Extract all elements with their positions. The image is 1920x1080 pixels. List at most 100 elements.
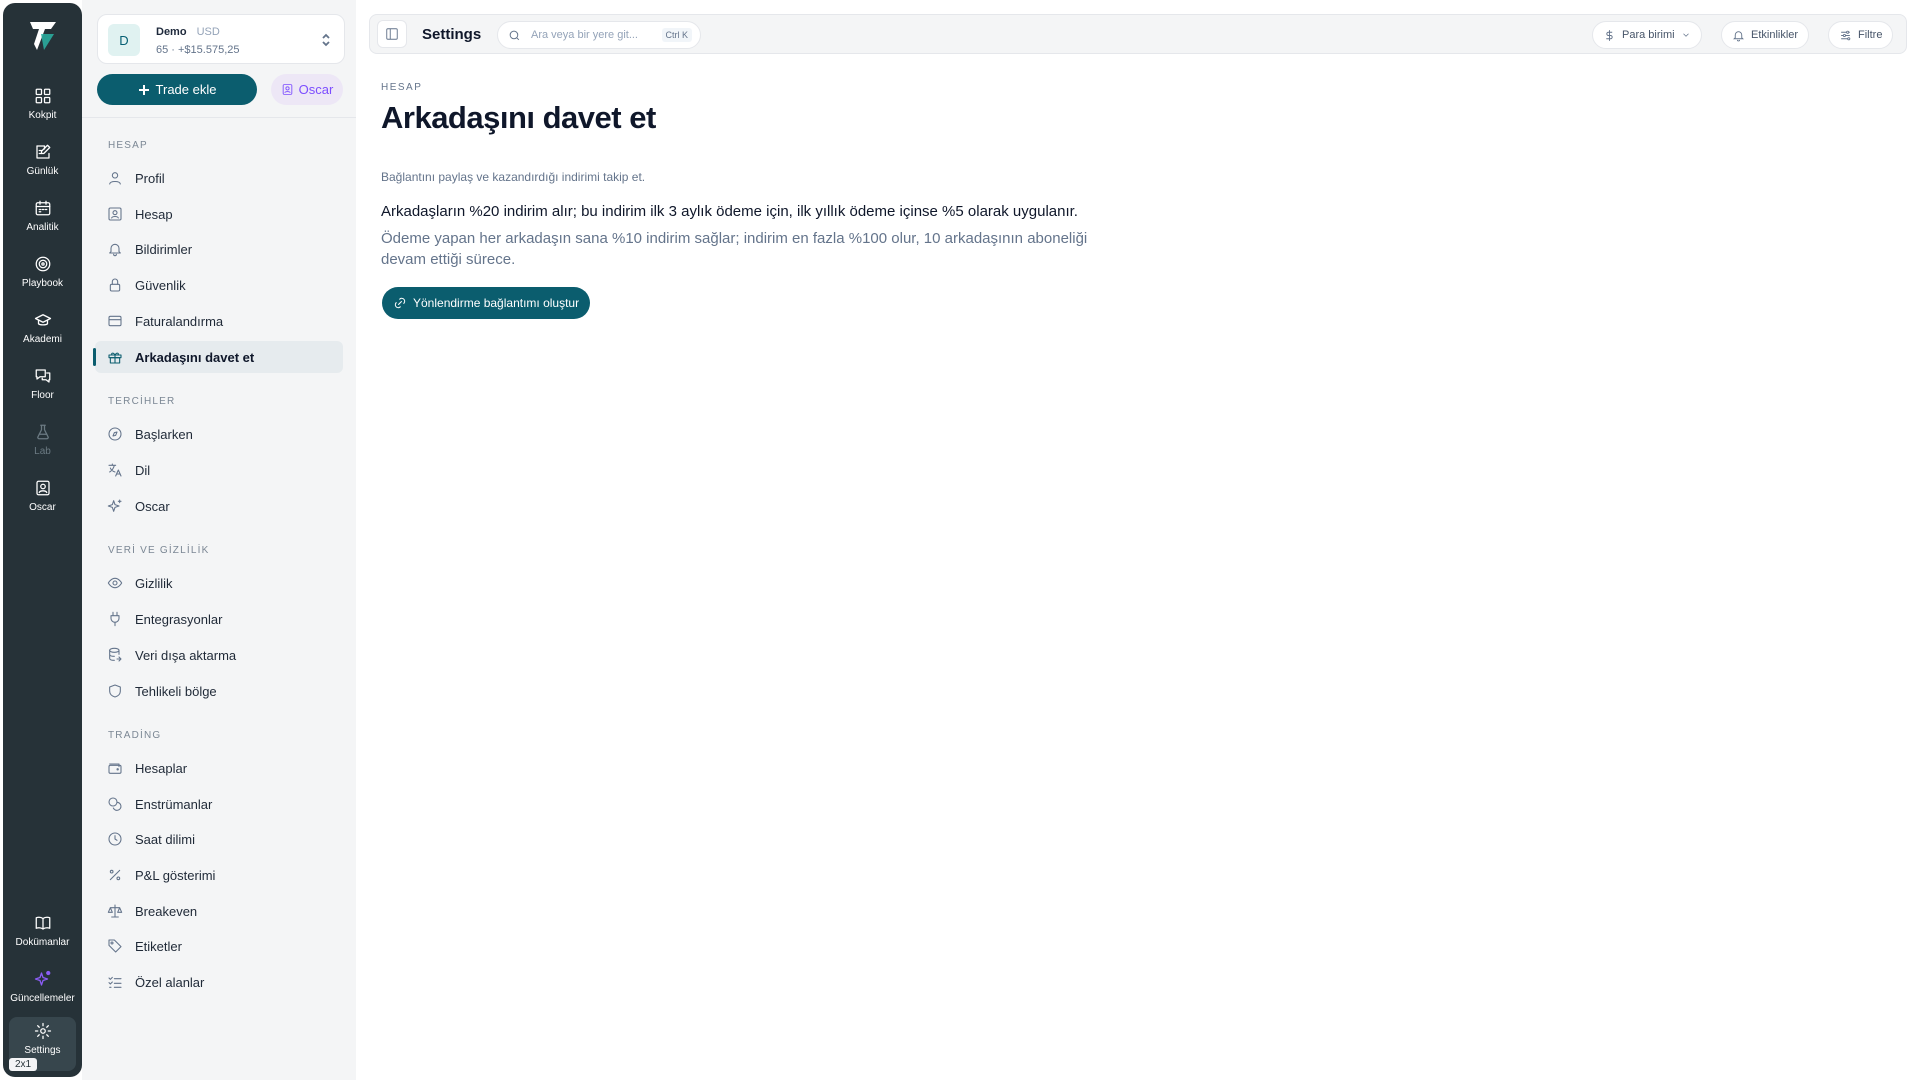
search-shortcut: Ctrl K bbox=[661, 28, 692, 42]
rail-item-kokpit[interactable]: Kokpit bbox=[3, 82, 82, 134]
add-trade-label: Trade ekle bbox=[155, 82, 217, 97]
target-icon bbox=[35, 256, 50, 272]
sidebar-item-enstrumanlar[interactable]: Enstrümanlar bbox=[95, 788, 343, 820]
sidebar-item-saat-dilimi[interactable]: Saat dilimi bbox=[95, 823, 343, 855]
rail-item-label: Analitik bbox=[26, 222, 59, 233]
account-header: Demo USD bbox=[156, 26, 220, 38]
settings-sidebar: D Demo USD 65 · +$15.575,25 Trade ekle O… bbox=[82, 0, 356, 1080]
sidebar-item-label: Hesaplar bbox=[135, 760, 188, 776]
sidebar-item-dil[interactable]: Dil bbox=[95, 454, 343, 486]
wallet-icon bbox=[108, 763, 122, 774]
sidebar-toggle-button[interactable] bbox=[377, 20, 407, 48]
rail-item-label: Floor bbox=[31, 390, 54, 401]
rail-item-analitik[interactable]: Analitik bbox=[3, 194, 82, 246]
sidebar-item-label: Breakeven bbox=[135, 903, 198, 919]
sidebar-item-guvenlik[interactable]: Güvenlik bbox=[95, 269, 343, 301]
page-title: Settings bbox=[422, 26, 482, 43]
sidebar-item-baslarken[interactable]: Başlarken bbox=[95, 418, 343, 450]
calendar-icon bbox=[35, 200, 50, 216]
sidebar-item-ozel-alanlar[interactable]: Özel alanlar bbox=[95, 966, 343, 998]
journal-edit-icon bbox=[35, 144, 50, 159]
events-label: Etkinlikler bbox=[1751, 29, 1799, 41]
rail-item-dokumanlar[interactable]: Dokümanlar bbox=[3, 909, 82, 961]
shield-icon bbox=[109, 684, 121, 698]
sidebar-item-arkadasini-davet-et[interactable]: Arkadaşını davet et bbox=[93, 341, 343, 373]
oscar-button[interactable]: Oscar bbox=[271, 74, 343, 105]
chevron-up-down-icon bbox=[320, 32, 332, 48]
sidebar-item-breakeven[interactable]: Breakeven bbox=[95, 895, 343, 927]
viewport-badge: 2x1 bbox=[9, 1058, 38, 1071]
sidebar-item-label: Oscar bbox=[135, 498, 170, 514]
link-icon bbox=[394, 297, 406, 309]
add-trade-button[interactable]: Trade ekle bbox=[97, 74, 257, 105]
bell-icon bbox=[109, 243, 121, 257]
sidebar-item-label: Profil bbox=[135, 170, 165, 186]
rail-item-playbook[interactable]: Playbook bbox=[3, 250, 82, 302]
account-name: Demo bbox=[156, 26, 187, 38]
sidebar-item-label: Tehlikeli bölge bbox=[135, 683, 217, 699]
search-icon bbox=[509, 30, 520, 41]
section-heading: Arkadaşını davet et bbox=[381, 100, 656, 135]
rail-item-label: Lab bbox=[34, 446, 51, 457]
sidebar-item-label: Özel alanlar bbox=[135, 974, 205, 990]
list-checks-icon bbox=[108, 976, 122, 988]
account-switcher[interactable]: D Demo USD 65 · +$15.575,25 bbox=[97, 14, 345, 64]
sidebar-item-pl-gosterimi[interactable]: P&L gösterimi bbox=[95, 859, 343, 891]
sliders-icon bbox=[1841, 30, 1851, 40]
portrait-icon bbox=[282, 84, 292, 95]
sidebar-item-label: Güvenlik bbox=[135, 277, 186, 293]
rail-item-label: Güncellemeler bbox=[10, 993, 75, 1004]
percent-icon bbox=[109, 869, 121, 881]
sidebar-item-faturalandirma[interactable]: Faturalandırma bbox=[95, 305, 343, 337]
currency-dropdown[interactable]: Para birimi bbox=[1592, 21, 1702, 49]
rail-item-gunluk[interactable]: Günlük bbox=[3, 138, 82, 190]
filter-button[interactable]: Filtre bbox=[1828, 21, 1894, 49]
credit-card-icon bbox=[108, 315, 122, 327]
database-export-icon bbox=[109, 647, 122, 662]
divider bbox=[82, 117, 356, 118]
coins-icon bbox=[108, 797, 122, 811]
sidebar-item-entegrasyonlar[interactable]: Entegrasyonlar bbox=[95, 603, 343, 635]
rail-item-guncellemeler[interactable]: Güncellemeler bbox=[3, 965, 82, 1017]
sidebar-item-label: Entegrasyonlar bbox=[135, 611, 223, 627]
rail-item-label: Oscar bbox=[29, 502, 56, 513]
sidebar-item-label: Dil bbox=[135, 462, 151, 478]
app-rail: Kokpit Günlük Analitik Playbook Akademi … bbox=[3, 3, 82, 1077]
sidebar-item-label: Arkadaşını davet et bbox=[135, 349, 255, 365]
user-icon bbox=[109, 172, 121, 185]
sidebar-item-hesaplar[interactable]: Hesaplar bbox=[95, 752, 343, 784]
account-currency: USD bbox=[196, 26, 220, 38]
gear-icon bbox=[34, 1022, 51, 1040]
sidebar-item-label: Veri dışa aktarma bbox=[135, 647, 237, 663]
sidebar-item-veri-disa-aktarma[interactable]: Veri dışa aktarma bbox=[95, 639, 343, 671]
section-title-tercihler: TERCİHLER bbox=[108, 396, 176, 407]
create-referral-link-button[interactable]: Yönlendirme bağlantımı oluştur bbox=[382, 287, 591, 319]
rail-item-label: Settings bbox=[24, 1045, 61, 1056]
rail-item-label: Akademi bbox=[23, 334, 62, 345]
rail-item-akademi[interactable]: Akademi bbox=[3, 306, 82, 358]
events-button[interactable]: Etkinlikler bbox=[1721, 21, 1810, 49]
rail-item-lab[interactable]: Lab bbox=[3, 418, 82, 470]
sidebar-item-tehlikeli-bolge[interactable]: Tehlikeli bölge bbox=[95, 675, 343, 707]
compass-icon bbox=[108, 427, 122, 441]
rail-item-floor[interactable]: Floor bbox=[3, 362, 82, 414]
sidebar-item-etiketler[interactable]: Etiketler bbox=[95, 930, 343, 962]
referral-reward-info: Ödeme yapan her arkadaşın sana %10 indir… bbox=[381, 230, 1088, 268]
sidebar-item-oscar[interactable]: Oscar bbox=[95, 490, 343, 522]
app-logo[interactable] bbox=[27, 19, 59, 53]
sidebar-item-bildirimler[interactable]: Bildirimler bbox=[95, 233, 343, 265]
sidebar-item-label: Gizlilik bbox=[135, 575, 173, 591]
tag-icon bbox=[108, 939, 122, 953]
sparkles-icon bbox=[107, 499, 122, 512]
sidebar-item-label: Hesap bbox=[135, 206, 173, 222]
sidebar-item-profil[interactable]: Profil bbox=[95, 162, 343, 194]
sidebar-item-hesap[interactable]: Hesap bbox=[95, 198, 343, 230]
sidebar-item-gizlilik[interactable]: Gizlilik bbox=[95, 567, 343, 599]
id-card-icon bbox=[108, 207, 122, 221]
graduation-cap-icon bbox=[34, 314, 51, 326]
sidebar-item-label: Etiketler bbox=[135, 938, 182, 954]
search-input[interactable]: Ara veya bir yere git... Ctrl K bbox=[497, 21, 701, 49]
top-bar: Settings Ara veya bir yere git... Ctrl K… bbox=[369, 14, 1907, 54]
translate-icon bbox=[108, 463, 122, 477]
rail-item-oscar[interactable]: Oscar bbox=[3, 474, 82, 526]
